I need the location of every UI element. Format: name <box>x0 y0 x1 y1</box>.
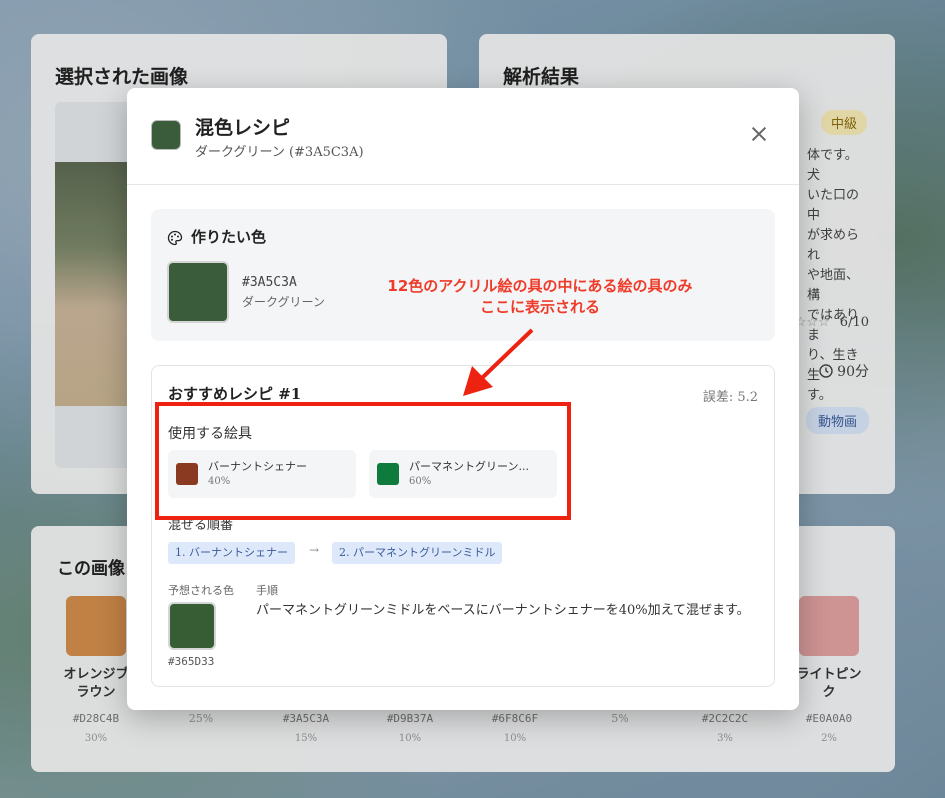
modal-subtitle: ダークグリーン (#3A5C3A) <box>195 145 364 160</box>
modal-title: 混色レシピ <box>195 117 291 139</box>
instruction-label: 手順 <box>256 584 278 597</box>
target-heading: 作りたい色 <box>191 228 267 246</box>
mix-step: 2. パーマネントグリーンミドル <box>332 542 503 564</box>
target-color-chip <box>151 120 181 150</box>
expected-color-swatch <box>168 602 216 650</box>
annotation-highlight-box <box>155 402 571 520</box>
annotation-text: 12色のアクリル絵の具の中にある絵の具のみ ここに表示される <box>340 276 740 318</box>
step-arrow-icon: → <box>309 543 320 557</box>
expected-color-label: 予想される色 <box>168 584 234 597</box>
palette-icon <box>167 230 183 246</box>
mix-step: 1. バーナントシェナー <box>168 542 295 564</box>
target-hex: #3A5C3A <box>242 275 297 290</box>
instruction-text: パーマネントグリーンミドルをベースにバーナントシェナーを40%加えて混ぜます。 <box>256 603 750 618</box>
target-name: ダークグリーン <box>242 295 325 309</box>
annotation-line: ここに表示される <box>479 298 600 316</box>
target-color-swatch <box>167 261 229 323</box>
expected-color-hex: #365D33 <box>168 655 215 668</box>
mix-recipe-modal: 混色レシピ ダークグリーン (#3A5C3A) 作りたい色 #3A5C3A ダー… <box>127 88 799 710</box>
modal-header: 混色レシピ ダークグリーン (#3A5C3A) <box>127 88 799 185</box>
annotation-line: 12色のアクリル絵の具の中にある絵の具のみ <box>387 277 693 295</box>
recipe-error: 誤差: 5.2 <box>702 390 758 405</box>
recipe-title: おすすめレシピ #1 <box>168 385 302 403</box>
close-icon[interactable] <box>749 124 769 144</box>
target-color-section: 作りたい色 #3A5C3A ダークグリーン <box>151 209 775 341</box>
